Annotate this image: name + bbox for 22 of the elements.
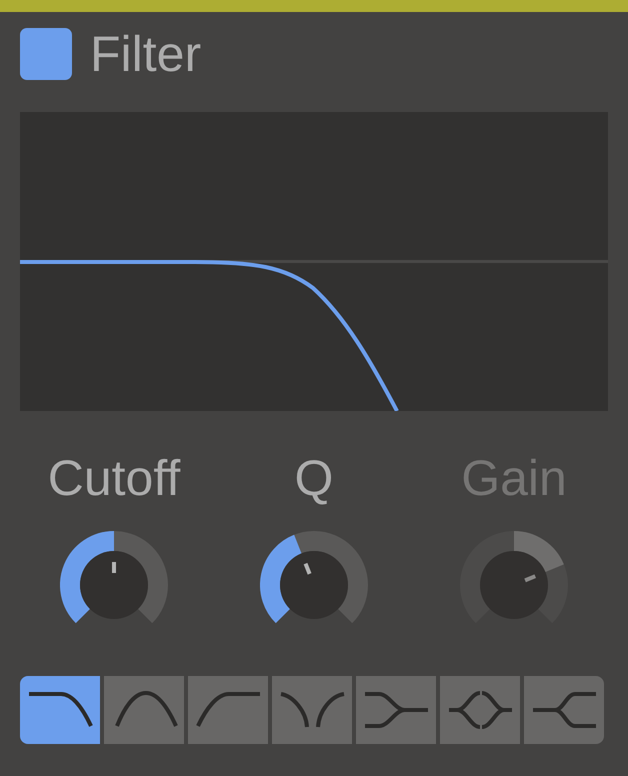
filter-type-button[interactable] xyxy=(356,676,436,744)
enable-checkbox[interactable] xyxy=(20,28,72,80)
filter-type-button[interactable] xyxy=(524,676,604,744)
knob-handle[interactable] xyxy=(480,551,548,619)
peak-icon xyxy=(446,691,514,729)
low-shelf-icon xyxy=(362,691,430,729)
filter-type-button[interactable] xyxy=(104,676,184,744)
knob-handle[interactable] xyxy=(80,551,148,619)
low-pass-icon xyxy=(26,691,94,729)
knob-handle[interactable] xyxy=(280,551,348,619)
notch-icon xyxy=(278,691,346,729)
knob-value-arc xyxy=(513,531,564,573)
high-pass-icon xyxy=(194,691,262,729)
filter-type-button[interactable] xyxy=(188,676,268,744)
knob-label: Q xyxy=(294,453,334,503)
filter-type-button[interactable] xyxy=(440,676,520,744)
filter-type-button[interactable] xyxy=(20,676,100,744)
knob-track[interactable] xyxy=(460,531,568,623)
filter-type-button[interactable] xyxy=(272,676,352,744)
module-title: Filter xyxy=(90,28,202,80)
knob-label: Cutoff xyxy=(48,453,180,503)
high-shelf-icon xyxy=(530,691,598,729)
